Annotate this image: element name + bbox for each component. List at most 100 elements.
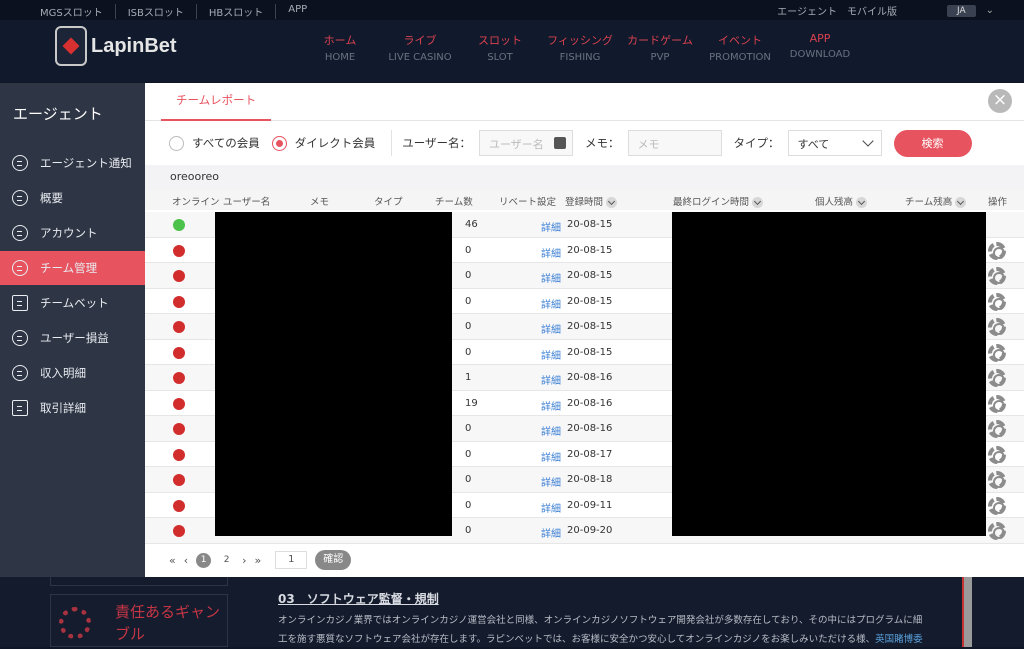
chevron-down-icon[interactable]: ⌄ [986, 5, 994, 16]
sort-icon [752, 197, 764, 208]
prev-page-button[interactable]: ‹ [184, 554, 188, 567]
next-page-button[interactable]: › [242, 554, 246, 567]
rebate-detail-link[interactable]: 詳細 [541, 500, 561, 515]
registered-date: 20-08-16 [567, 372, 613, 383]
ledger-icon [12, 365, 28, 381]
top-link[interactable]: MGSスロット [40, 4, 116, 19]
sidebar-item-profit[interactable]: ユーザー損益 [0, 321, 145, 355]
col-registered[interactable]: 登録時間 [565, 194, 618, 208]
registered-date: 20-08-16 [567, 397, 613, 409]
clipboard-icon [12, 400, 28, 416]
gear-icon[interactable] [988, 420, 1006, 438]
rebate-detail-link[interactable]: 詳細 [541, 449, 561, 464]
rebate-detail-link[interactable]: 詳細 [541, 423, 561, 438]
close-icon[interactable]: × [988, 89, 1012, 113]
nav-promotion[interactable]: イベント PROMOTION [700, 32, 780, 63]
site-header: LapinBet ホーム HOME ライブ LIVE CASINO スロット SLOT… [0, 20, 1024, 82]
rebate-detail-link[interactable]: 詳細 [541, 270, 561, 285]
nav-home[interactable]: ホーム HOME [300, 32, 380, 63]
gear-icon[interactable] [988, 496, 1006, 515]
search-button[interactable]: 検索 [893, 129, 972, 157]
agent-link[interactable]: エージェント [777, 3, 837, 18]
rebate-detail-link[interactable]: 詳細 [541, 525, 561, 540]
radio-direct-members[interactable] [271, 135, 287, 151]
col-team-balance[interactable]: チーム残高 [905, 194, 967, 208]
col-balance[interactable]: 個人残高 [815, 194, 868, 208]
rebate-detail-link[interactable]: 詳細 [541, 372, 561, 387]
rebate-detail-link[interactable]: 詳細 [541, 296, 561, 311]
rebate-detail-link[interactable]: 詳細 [541, 347, 561, 362]
nav-slot[interactable]: スロット SLOT [460, 32, 540, 63]
agent-sidebar: エージェント エージェント通知 概要 アカウント チーム管理 チームベット ユー… [0, 83, 145, 577]
sidebar-item-overview[interactable]: 概要 [0, 181, 145, 215]
top-link[interactable]: ISBスロット [116, 4, 197, 19]
top-strip: MGSスロット ISBスロット HBスロット APP エージェント モバイル版 … [0, 0, 1024, 20]
registered-date: 20-08-18 [567, 474, 613, 485]
language-select[interactable]: JA [946, 4, 976, 17]
offline-status-icon [173, 346, 185, 359]
sort-icon [955, 197, 967, 208]
pagination: « ‹ 1 2 › » 1 確認 [145, 543, 1024, 577]
team-count: 0 [465, 244, 472, 256]
top-link[interactable]: HBスロット [197, 4, 277, 19]
gear-icon[interactable] [988, 471, 1006, 489]
col-last-login[interactable]: 最終ログイン時間 [673, 194, 764, 208]
breadcrumb[interactable]: oreooreo [145, 165, 1024, 190]
rebate-detail-link[interactable]: 詳細 [541, 219, 561, 234]
offline-status-icon [173, 448, 185, 461]
gear-icon[interactable] [988, 522, 1006, 540]
offline-status-icon [173, 397, 185, 410]
gear-icon[interactable] [988, 267, 1006, 285]
keyboard-icon[interactable] [554, 137, 567, 149]
confirm-button[interactable]: 確認 [315, 550, 352, 570]
gear-icon[interactable] [988, 241, 1006, 260]
rebate-detail-link[interactable]: 詳細 [541, 474, 561, 489]
sidebar-item-income[interactable]: 収入明細 [0, 356, 145, 390]
gear-icon[interactable] [988, 369, 1006, 387]
nav-app[interactable]: APP DOWNLOAD [780, 32, 860, 63]
sidebar-item-account[interactable]: アカウント [0, 216, 145, 250]
filter-bar: すべての会員 ダイレクト会員 ユーザー名： ユーザー名 メモ： メモ タイプ： … [145, 123, 1024, 163]
page-2-button[interactable]: 2 [219, 553, 234, 568]
tab-bar: チームレポート × [145, 83, 1024, 121]
top-link[interactable]: APP [276, 4, 319, 19]
site-logo[interactable]: LapinBet [55, 26, 177, 66]
nav-live[interactable]: ライブ LIVE CASINO [380, 32, 460, 63]
rebate-detail-link[interactable]: 詳細 [541, 245, 561, 260]
promo-box[interactable]: 責任あるギャンブル [50, 594, 228, 647]
radio-direct-label[interactable]: ダイレクト会員 [295, 135, 376, 151]
article-title[interactable]: 03 ソフトウェア監督・規制 [278, 590, 958, 609]
type-select[interactable]: すべて [787, 130, 882, 156]
online-status-icon [173, 219, 185, 231]
username-label: ユーザー名： [402, 136, 472, 150]
goto-page-input[interactable]: 1 [275, 551, 308, 569]
gear-icon[interactable] [988, 343, 1006, 362]
mobile-link[interactable]: モバイル版 [847, 3, 897, 18]
gear-icon[interactable] [988, 318, 1006, 336]
last-page-button[interactable]: » [255, 554, 262, 567]
page-1-button[interactable]: 1 [196, 552, 212, 568]
tab-team-report[interactable]: チームレポート [161, 83, 272, 121]
article-link[interactable]: 英国賭博委 [875, 634, 923, 645]
sidebar-item-notice[interactable]: エージェント通知 [0, 146, 145, 180]
memo-input[interactable]: メモ [627, 130, 722, 156]
radio-all-members[interactable] [169, 135, 184, 151]
rebate-detail-link[interactable]: 詳細 [541, 321, 561, 336]
rebate-detail-link[interactable]: 詳細 [541, 398, 561, 413]
username-input[interactable]: ユーザー名 [479, 130, 574, 156]
sidebar-item-team-bet[interactable]: チームベット [0, 286, 145, 320]
gear-icon[interactable] [988, 394, 1006, 413]
chevron-down-icon [861, 135, 874, 147]
registered-date: 20-08-17 [567, 448, 613, 460]
wallet-icon [12, 295, 28, 311]
page-scrollbar[interactable] [962, 576, 972, 647]
sidebar-item-team[interactable]: チーム管理 [0, 251, 145, 285]
radio-all-label[interactable]: すべての会員 [192, 135, 260, 151]
nav-pvp[interactable]: カードゲーム PVP [620, 32, 700, 63]
first-page-button[interactable]: « [169, 554, 176, 567]
sidebar-item-transactions[interactable]: 取引詳細 [0, 391, 145, 425]
divider [391, 130, 393, 156]
nav-fishing[interactable]: フィッシング FISHING [540, 32, 620, 63]
gear-icon[interactable] [988, 292, 1006, 311]
gear-icon[interactable] [988, 445, 1006, 464]
